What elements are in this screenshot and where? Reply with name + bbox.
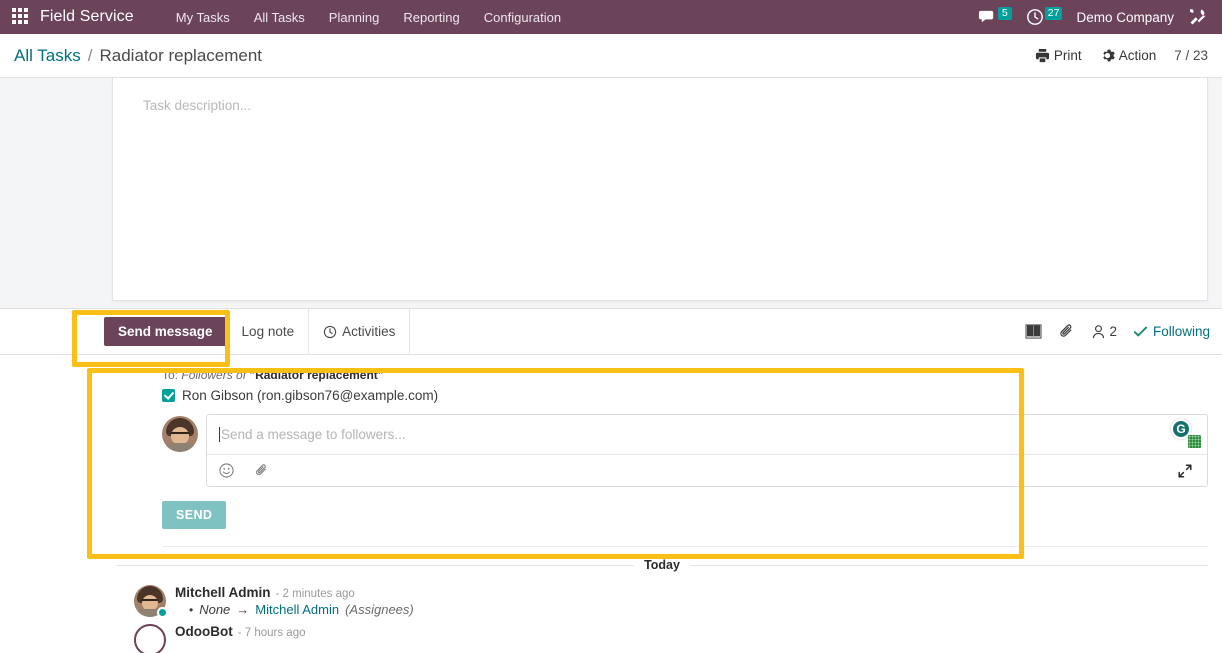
composer-box: Send a message to followers... G bbox=[206, 414, 1208, 487]
message-header: Mitchell Admin - 2 minutes ago bbox=[175, 585, 1208, 600]
clock-icon bbox=[323, 325, 337, 339]
action-label: Action bbox=[1118, 48, 1157, 63]
nav-item-configuration[interactable]: Configuration bbox=[472, 3, 573, 32]
book-icon[interactable] bbox=[1025, 324, 1042, 339]
messages-count-badge: 5 bbox=[997, 6, 1012, 20]
action-button[interactable]: Action bbox=[1100, 48, 1157, 63]
tab-divider-3 bbox=[409, 308, 411, 355]
task-description-field[interactable]: Task description... bbox=[143, 94, 1177, 113]
message-header: OdooBot - 7 hours ago bbox=[175, 624, 1208, 639]
message-timestamp: - 2 minutes ago bbox=[275, 588, 355, 600]
message-input[interactable]: Send a message to followers... G bbox=[207, 415, 1207, 454]
top-navbar: Field Service My Tasks All Tasks Plannin… bbox=[0, 0, 1222, 34]
recipient-checkbox[interactable] bbox=[162, 389, 175, 402]
messages-menu[interactable]: 5 bbox=[978, 5, 1012, 29]
recipients-scope-line: To: Followers of "Radiator replacement" bbox=[162, 367, 1208, 384]
bullet-icon: • bbox=[189, 603, 194, 617]
tab-activities[interactable]: Activities bbox=[309, 317, 409, 346]
avatar bbox=[134, 624, 166, 653]
online-status-dot bbox=[157, 607, 168, 618]
recipient-row: Ron Gibson (ron.gibson76@example.com) bbox=[162, 387, 1208, 404]
message-body: OdooBot - 7 hours ago bbox=[175, 624, 1208, 639]
tracking-field-name: (Assignees) bbox=[345, 602, 414, 617]
gear-icon bbox=[1100, 48, 1115, 63]
chat-bubble-icon bbox=[978, 8, 997, 27]
text-caret bbox=[219, 427, 220, 442]
composer-input-row: Send a message to followers... G bbox=[162, 414, 1208, 487]
breadcrumb-separator: / bbox=[87, 45, 93, 65]
message-composer: To: Followers of "Radiator replacement" … bbox=[0, 355, 1222, 547]
avatar bbox=[134, 585, 168, 618]
grammarly-badge-icon[interactable] bbox=[1188, 435, 1201, 448]
message-item: OdooBot - 7 hours ago bbox=[116, 617, 1208, 653]
print-button[interactable]: Print bbox=[1035, 48, 1082, 63]
recipients-record-name: "Radiator replacement" bbox=[249, 368, 384, 382]
recipients-to-prefix: To: bbox=[162, 368, 179, 382]
nav-item-my-tasks[interactable]: My Tasks bbox=[164, 3, 242, 32]
following-label: Following bbox=[1152, 324, 1210, 339]
apps-grid-icon[interactable] bbox=[12, 8, 30, 26]
user-icon bbox=[1091, 324, 1106, 339]
nav-item-reporting[interactable]: Reporting bbox=[391, 3, 471, 32]
message-input-placeholder: Send a message to followers... bbox=[221, 427, 406, 442]
paperclip-icon[interactable] bbox=[254, 463, 269, 478]
paperclip-icon[interactable] bbox=[1058, 323, 1075, 340]
expand-arrows-icon[interactable] bbox=[1177, 463, 1193, 479]
breadcrumb-parent-link[interactable]: All Tasks bbox=[14, 46, 81, 66]
printer-icon bbox=[1035, 48, 1050, 63]
composer-toolbar bbox=[207, 454, 1207, 486]
navbar-right-tools: 5 27 Demo Company bbox=[978, 5, 1212, 29]
message-thread: Today Mitchell Admin - 2 minutes ago • N… bbox=[0, 547, 1222, 653]
app-brand-name[interactable]: Field Service bbox=[40, 8, 134, 26]
control-panel: All Tasks / Radiator replacement Print A… bbox=[0, 34, 1222, 78]
tracking-old-value: None bbox=[199, 602, 231, 617]
message-author[interactable]: OdooBot bbox=[175, 624, 233, 639]
tab-log-note[interactable]: Log note bbox=[228, 317, 309, 346]
activities-count-badge: 27 bbox=[1044, 6, 1063, 20]
activities-menu[interactable]: 27 bbox=[1026, 5, 1063, 29]
record-pager[interactable]: 7 / 23 bbox=[1174, 48, 1208, 63]
user-company-menu[interactable]: Demo Company bbox=[1076, 10, 1174, 25]
tracking-value-row: • None → Mitchell Admin (Assignees) bbox=[175, 602, 1208, 617]
composer-send-row: SEND bbox=[162, 487, 1208, 529]
composer-recipients: To: Followers of "Radiator replacement" … bbox=[162, 367, 1208, 404]
chatter-tabs: Send message Log note Activities 2 Follo… bbox=[0, 308, 1222, 355]
message-author[interactable]: Mitchell Admin bbox=[175, 585, 271, 600]
grammarly-letter: G bbox=[1176, 422, 1186, 436]
form-sheet: Task description... bbox=[112, 78, 1208, 301]
chatter-tools: 2 Following bbox=[1025, 323, 1222, 340]
composer-bottom-divider bbox=[162, 546, 1208, 547]
print-label: Print bbox=[1053, 48, 1082, 63]
nav-item-planning[interactable]: Planning bbox=[317, 3, 392, 32]
message-body: Mitchell Admin - 2 minutes ago • None → … bbox=[175, 585, 1208, 617]
recipients-scope: Followers of bbox=[181, 368, 247, 382]
check-icon bbox=[1133, 324, 1148, 339]
tab-send-message-label: Send message bbox=[118, 324, 213, 339]
avatar bbox=[162, 416, 198, 452]
nav-item-all-tasks[interactable]: All Tasks bbox=[242, 3, 317, 32]
following-button[interactable]: Following bbox=[1133, 324, 1210, 339]
arrow-right-icon: → bbox=[236, 602, 250, 617]
day-separator-label: Today bbox=[644, 558, 680, 572]
chatter-panel: Send message Log note Activities 2 Follo… bbox=[0, 308, 1222, 653]
recipient-name: Ron Gibson (ron.gibson76@example.com) bbox=[182, 388, 439, 403]
tracking-new-value[interactable]: Mitchell Admin bbox=[255, 602, 339, 617]
control-panel-actions: Print Action 7 / 23 bbox=[1035, 48, 1208, 63]
form-sheet-background: Task description... bbox=[0, 78, 1222, 308]
page-title: Radiator replacement bbox=[99, 45, 263, 65]
tab-send-message[interactable]: Send message bbox=[104, 317, 227, 346]
message-timestamp: - 7 hours ago bbox=[237, 627, 306, 639]
followers-count: 2 bbox=[1109, 324, 1117, 339]
tab-activities-label: Activities bbox=[342, 324, 396, 339]
followers-button[interactable]: 2 bbox=[1091, 324, 1117, 339]
day-separator: Today bbox=[116, 547, 1209, 578]
tools-icon[interactable] bbox=[1188, 7, 1208, 27]
send-button[interactable]: SEND bbox=[162, 501, 227, 529]
tab-log-note-label: Log note bbox=[241, 324, 295, 339]
message-item: Mitchell Admin - 2 minutes ago • None → … bbox=[116, 578, 1208, 618]
smiley-icon[interactable] bbox=[219, 463, 234, 478]
clock-icon bbox=[1026, 8, 1044, 26]
